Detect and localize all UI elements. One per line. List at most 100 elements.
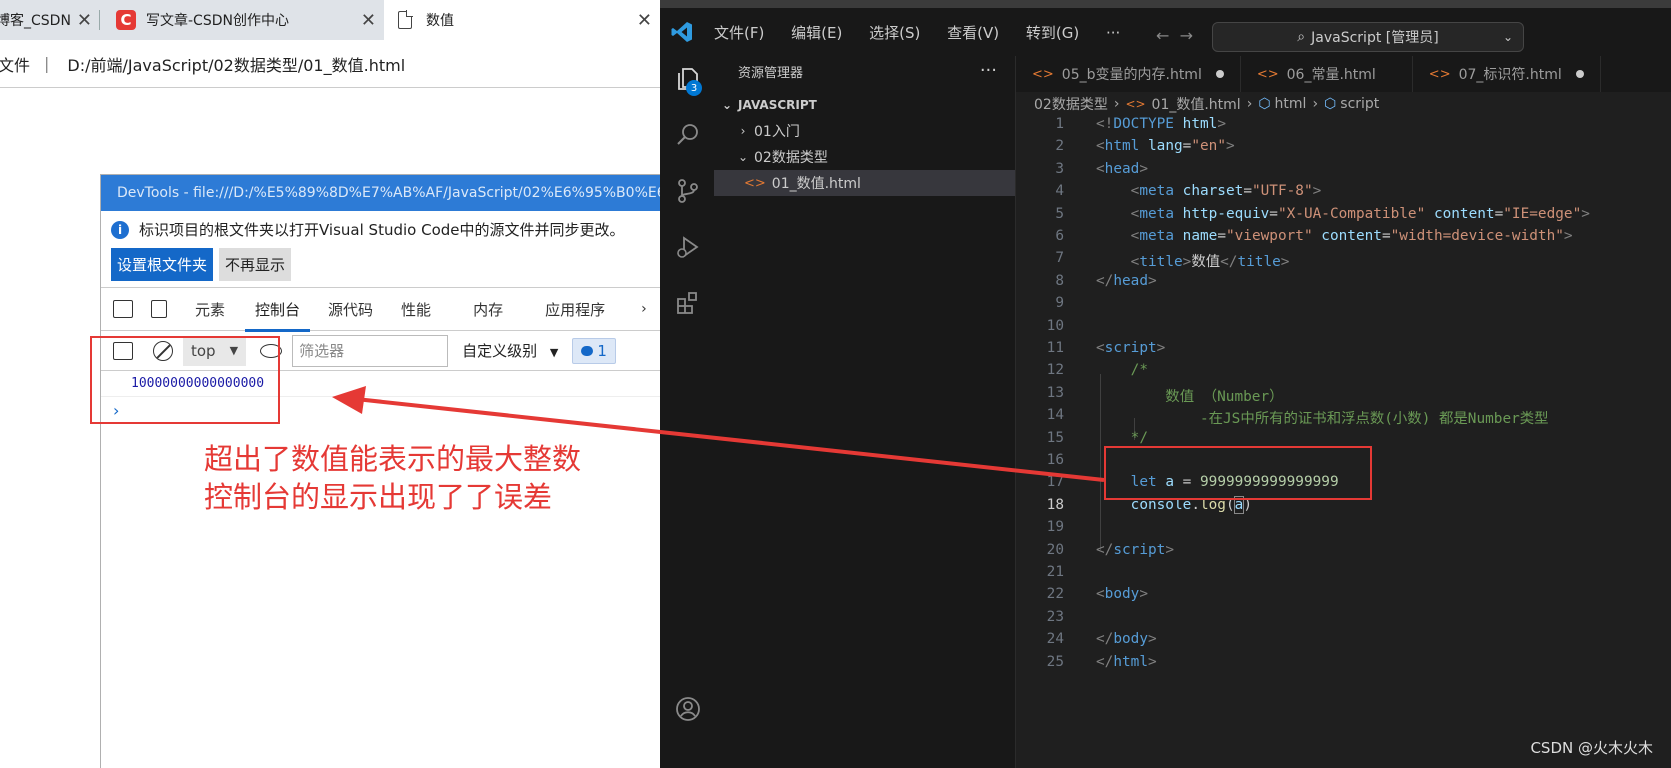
- breadcrumb-item[interactable]: script: [1340, 96, 1379, 112]
- line-number: 21: [1046, 564, 1064, 580]
- html-file-icon: <>: [744, 175, 766, 191]
- activity-bar: 3: [660, 56, 714, 768]
- tree-item-folder[interactable]: ⌄ 02数据类型: [714, 144, 1015, 170]
- code-line: /*: [1130, 362, 1148, 379]
- breadcrumb-item[interactable]: 01_数值.html: [1152, 94, 1241, 114]
- devtools-info-bar: i 标识项目的根文件夹以打开Visual Studio Code中的源文件并同步…: [101, 211, 699, 248]
- editor-tab[interactable]: <> 07_标识符.html: [1413, 56, 1601, 92]
- close-icon[interactable]: ✕: [361, 10, 376, 31]
- more-actions-icon[interactable]: ···: [980, 60, 997, 81]
- menu-edit[interactable]: 编辑(E): [791, 24, 842, 42]
- tree-item-file[interactable]: <> 01_数值.html: [714, 170, 1015, 196]
- tab-performance[interactable]: 性能: [401, 299, 431, 320]
- code-line: <body>: [1096, 586, 1148, 603]
- set-root-folder-button[interactable]: 设置根文件夹: [111, 248, 214, 281]
- explorer-header: 资源管理器 ···: [714, 56, 1015, 86]
- csdn-logo-icon: C: [116, 10, 136, 30]
- explorer-title: 资源管理器: [738, 65, 804, 81]
- info-icon: i: [111, 220, 129, 239]
- tree-item-folder[interactable]: › 01入门: [714, 118, 1015, 144]
- chevron-right-icon: ›: [1246, 96, 1253, 112]
- log-levels-dropdown[interactable]: 自定义级别 ▼: [462, 340, 558, 361]
- address-bar[interactable]: 文件 | D:/前端/JavaScript/02数据类型/01_数值.html: [0, 40, 700, 88]
- workspace-label: JAVASCRIPT: [738, 98, 817, 112]
- chevron-right-icon: ›: [1312, 96, 1319, 112]
- browser-tab-csdn-write[interactable]: C 写文章-CSDN创作中心 ✕: [104, 0, 384, 40]
- screenshot-root: 博客_CSDN ✕ C 写文章-CSDN创作中心 ✕ 数值 ✕ 文件 | D:/…: [0, 0, 1671, 768]
- html-file-icon: <>: [1256, 66, 1279, 82]
- menu-go[interactable]: 转到(G): [1026, 24, 1079, 42]
- code-line: </head>: [1096, 272, 1157, 289]
- line-number: 22: [1046, 586, 1064, 603]
- run-debug-icon[interactable]: [675, 234, 701, 260]
- line-number: 1: [1055, 116, 1064, 132]
- line-number: 23: [1046, 608, 1064, 625]
- line-number: 2: [1055, 138, 1064, 155]
- tab-application[interactable]: 应用程序: [545, 299, 605, 320]
- filter-input[interactable]: 筛选器: [292, 334, 449, 367]
- highlight-code-box: [1104, 446, 1372, 500]
- annotation-text: 超出了数值能表示的最大整数 控制台的显示出现了了误差: [204, 440, 581, 516]
- source-control-icon[interactable]: [675, 178, 701, 204]
- editor-tab[interactable]: <> 06_常量.html: [1241, 56, 1413, 92]
- inspect-icon[interactable]: [113, 300, 133, 318]
- editor-tab[interactable]: <> 05_b变量的内存.html: [1016, 56, 1241, 92]
- device-toolbar-icon[interactable]: [151, 300, 167, 318]
- line-number: 5: [1055, 205, 1064, 222]
- tab-elements[interactable]: 元素: [195, 299, 225, 320]
- command-center-label: JavaScript [管理员]: [1311, 30, 1439, 46]
- close-icon[interactable]: ✕: [637, 10, 652, 31]
- code-line: <head>: [1096, 160, 1148, 177]
- code-editor[interactable]: 1 2 3 4 5 6 7 8 9 10 11 12 13 14 15 16 17 18 19 20 21 22 23 24 2…: [1016, 116, 1671, 768]
- more-tabs-chevron-icon[interactable]: ›: [641, 301, 647, 317]
- tab-sources[interactable]: 源代码: [328, 299, 373, 320]
- address-url[interactable]: D:/前端/JavaScript/02数据类型/01_数值.html: [67, 52, 405, 76]
- symbol-icon: ⬡: [1324, 96, 1337, 112]
- tree-item-label: 01入门: [754, 124, 800, 140]
- breadcrumb-item[interactable]: html: [1275, 96, 1307, 112]
- html-file-icon: <>: [1428, 66, 1451, 82]
- html-file-icon: <>: [1032, 66, 1054, 82]
- breadcrumb-item[interactable]: 02数据类型: [1034, 94, 1108, 114]
- menu-selection[interactable]: 选择(S): [869, 24, 920, 42]
- extensions-icon[interactable]: [675, 290, 701, 316]
- browser-tab-csdn-blog[interactable]: 博客_CSDN ✕: [0, 0, 100, 40]
- tree-item-label: 01_数值.html: [771, 176, 861, 192]
- issues-badge[interactable]: 1: [572, 337, 616, 364]
- line-number: 12: [1046, 362, 1064, 379]
- line-number: 16: [1046, 452, 1064, 468]
- dont-show-again-button[interactable]: 不再显示: [219, 248, 292, 281]
- chevron-right-icon: ›: [740, 124, 746, 138]
- editor-tab-label: 05_b变量的内存.html: [1061, 67, 1202, 83]
- line-number: 9: [1055, 295, 1064, 312]
- workspace-section[interactable]: ⌄ JAVASCRIPT: [714, 92, 1015, 118]
- annotation-line-2: 控制台的显示出现了了误差: [204, 480, 553, 514]
- line-number: 19: [1046, 519, 1064, 536]
- browser-tab-active[interactable]: 数值 ✕: [384, 0, 660, 40]
- info-text: 标识项目的根文件夹以打开Visual Studio Code中的源文件并同步更改…: [139, 221, 625, 239]
- tab-console[interactable]: 控制台: [245, 299, 311, 332]
- close-icon[interactable]: ✕: [77, 10, 92, 31]
- code-line: </body>: [1096, 631, 1157, 648]
- line-number: 13: [1046, 384, 1064, 401]
- line-number: 7: [1055, 250, 1064, 267]
- command-center[interactable]: ⌕ JavaScript [管理员] ⌄: [1212, 22, 1524, 52]
- devtools-title: DevTools - file:///D:/%E5%89%8D%E7%AB%AF…: [117, 185, 699, 201]
- nav-back-forward-icon[interactable]: ← →: [1156, 26, 1193, 45]
- devtools-tab-bar: 元素 控制台 源代码 性能 内存 应用程序 ›: [101, 287, 699, 332]
- menu-view[interactable]: 查看(V): [947, 24, 999, 42]
- menu-more[interactable]: ···: [1106, 24, 1120, 42]
- account-icon[interactable]: [675, 696, 701, 722]
- tab-memory[interactable]: 内存: [473, 299, 503, 320]
- editor-tab-label: 06_常量.html: [1286, 67, 1376, 83]
- log-levels-label: 自定义级别: [462, 342, 538, 360]
- line-number: 18: [1046, 496, 1064, 513]
- search-icon[interactable]: [675, 122, 701, 148]
- line-number: 14: [1046, 407, 1064, 424]
- highlight-console-output-box: [90, 336, 280, 424]
- tab-divider: [99, 10, 100, 30]
- filter-placeholder: 筛选器: [299, 342, 345, 360]
- menu-file[interactable]: 文件(F): [714, 24, 764, 42]
- chevron-down-icon: ▼: [549, 346, 559, 359]
- code-line: </html>: [1096, 653, 1157, 670]
